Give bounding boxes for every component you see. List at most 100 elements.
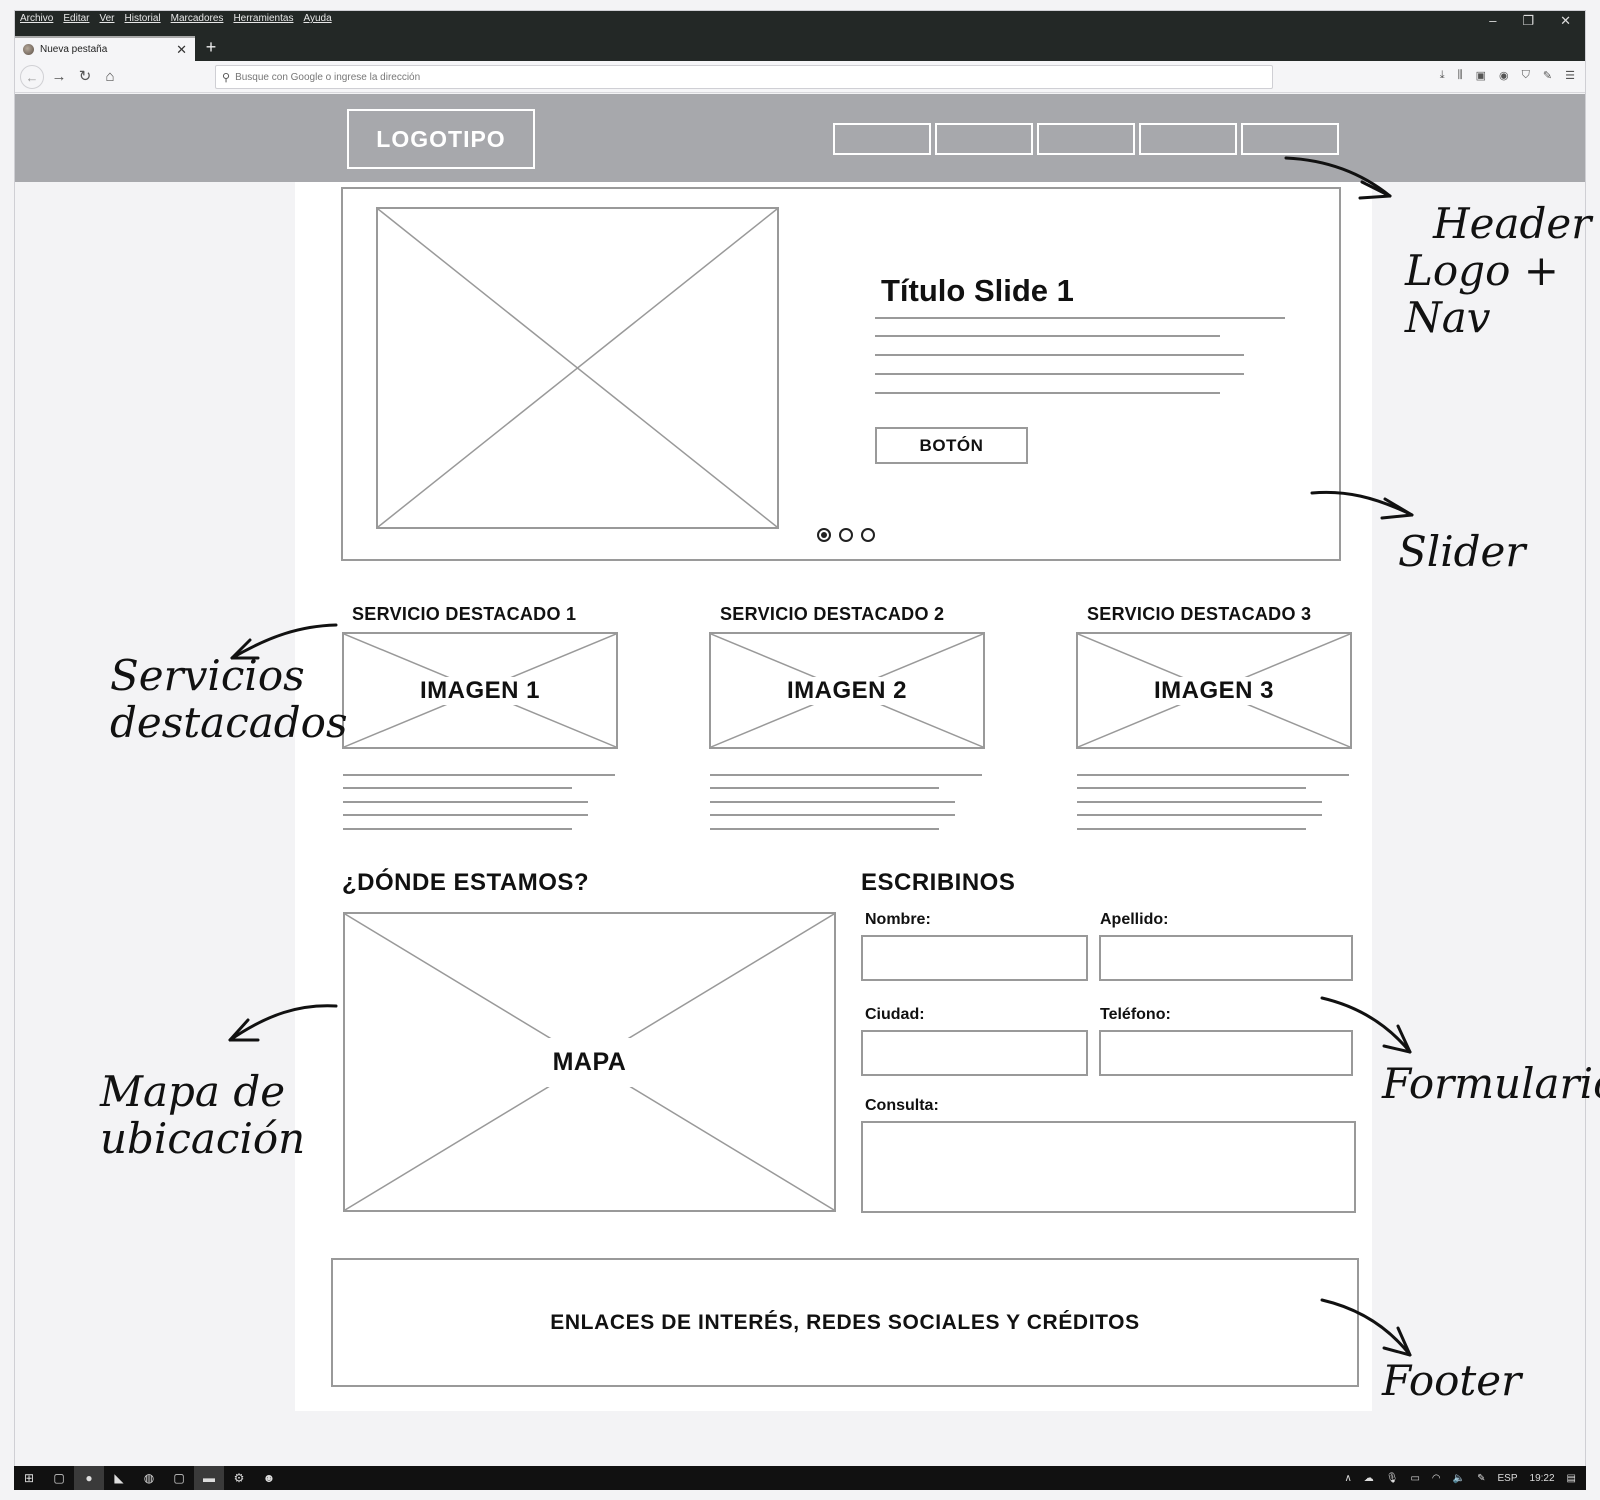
menu-editar[interactable]: Editar xyxy=(63,13,89,24)
title-bar: Archivo Editar Ver Historial Marcadores … xyxy=(15,11,1585,61)
navigation-toolbar: ← → ↻ ⌂ ⚲ Busque con Google o ingrese la… xyxy=(15,61,1585,93)
ciudad-field[interactable] xyxy=(861,1030,1088,1076)
annotation-map-line1: Mapa de xyxy=(100,1067,286,1116)
download-icon[interactable]: ⤓ xyxy=(1440,69,1445,82)
slider: Título Slide 1 BOTÓN xyxy=(341,187,1341,561)
toolbar-icons: ⤓ ⫼ ▣ ◉ ⛉ ✎ ☰ xyxy=(1440,69,1575,82)
service-image-label-3: IMAGEN 3 xyxy=(1139,676,1288,705)
annotation-form: Formulario xyxy=(1382,1059,1600,1108)
placeholder-x-icon xyxy=(378,209,777,527)
window-controls: – ❐ ✕ xyxy=(1489,13,1571,29)
telefono-field[interactable] xyxy=(1099,1030,1353,1076)
new-tab-icon[interactable]: + xyxy=(201,36,221,58)
firefox-icon[interactable]: ● xyxy=(74,1466,104,1490)
back-icon[interactable]: ← xyxy=(20,65,44,89)
text-line xyxy=(343,787,572,789)
battery-icon[interactable]: ▭ xyxy=(1410,1473,1419,1484)
service-title-3: SERVICIO DESTACADO 3 xyxy=(1087,604,1312,624)
search-icon: ⚲ xyxy=(222,71,231,84)
tab-nueva-pestana[interactable]: Nueva pestaña ✕ xyxy=(15,36,195,61)
ciudad-label: Ciudad: xyxy=(865,1006,925,1023)
menu-historial[interactable]: Historial xyxy=(125,13,161,24)
shield-icon[interactable]: ⛉ xyxy=(1522,69,1530,82)
telefono-label: Teléfono: xyxy=(1100,1006,1171,1023)
settings-icon[interactable]: ⚙ xyxy=(224,1466,254,1490)
service-image-label-2: IMAGEN 2 xyxy=(772,676,921,705)
text-line xyxy=(875,392,1220,394)
annotation-map-line2: ubicación xyxy=(100,1114,306,1164)
text-line xyxy=(1077,828,1306,830)
wireframe-footer: ENLACES DE INTERÉS, REDES SOCIALES Y CRÉ… xyxy=(331,1258,1359,1387)
nav-item-3 xyxy=(1037,123,1135,155)
text-line xyxy=(710,814,955,816)
nombre-field[interactable] xyxy=(861,935,1088,981)
close-window-icon[interactable]: ✕ xyxy=(1560,13,1571,29)
address-bar[interactable]: ⚲ Busque con Google o ingrese la direcci… xyxy=(215,65,1273,89)
text-line xyxy=(343,774,615,776)
illustrator-icon[interactable]: ▢ xyxy=(44,1466,74,1490)
chevron-up-icon[interactable]: ∧ xyxy=(1344,1473,1351,1484)
restore-icon[interactable]: ❐ xyxy=(1522,13,1534,29)
home-icon[interactable]: ⌂ xyxy=(98,65,122,89)
slide-button[interactable]: BOTÓN xyxy=(875,427,1028,464)
menu-archivo[interactable]: Archivo xyxy=(20,13,53,24)
windows-start-icon[interactable]: ⊞ xyxy=(14,1466,44,1490)
app-icon[interactable]: ◣ xyxy=(104,1466,134,1490)
forward-icon[interactable]: → xyxy=(47,65,71,89)
reload-icon[interactable]: ↻ xyxy=(73,65,97,89)
annotation-services: Servicios destacados xyxy=(110,652,348,746)
wifi-icon[interactable]: ◠ xyxy=(1432,1473,1441,1484)
chrome-icon[interactable]: ◍ xyxy=(134,1466,164,1490)
taskbar: ⊞ ▢ ● ◣ ◍ ▢ ▬ ⚙ ☻ ∧ ☁ 🎙 ▭ ◠ 🔈 ✎ ESP 19:2… xyxy=(14,1466,1586,1490)
nav-item-2 xyxy=(935,123,1033,155)
text-line xyxy=(710,774,982,776)
apellido-label: Apellido: xyxy=(1100,911,1169,928)
notifications-icon[interactable]: ▤ xyxy=(1567,1473,1576,1484)
close-tab-icon[interactable]: ✕ xyxy=(176,42,187,58)
consulta-textarea[interactable] xyxy=(861,1121,1356,1213)
slider-dot-3[interactable] xyxy=(861,528,875,542)
text-line xyxy=(710,787,939,789)
slider-dot-2[interactable] xyxy=(839,528,853,542)
text-line xyxy=(875,335,1220,337)
firefox-favicon-icon xyxy=(23,44,34,55)
language-indicator[interactable]: ESP xyxy=(1498,1473,1518,1484)
browser-window: Archivo Editar Ver Historial Marcadores … xyxy=(14,10,1586,1490)
library-icon[interactable]: ⫼ xyxy=(1458,69,1463,82)
sidebar-icon[interactable]: ▣ xyxy=(1476,69,1486,82)
wireframe-nav xyxy=(833,123,1339,155)
hamburger-menu-icon[interactable]: ☰ xyxy=(1565,69,1575,82)
eyedropper-icon[interactable]: ✎ xyxy=(1543,69,1552,82)
volume-icon[interactable]: 🔈 xyxy=(1453,1473,1465,1484)
menu-ver[interactable]: Ver xyxy=(99,13,114,24)
apellido-field[interactable] xyxy=(1099,935,1353,981)
cloud-icon[interactable]: ☁ xyxy=(1364,1473,1374,1484)
text-line xyxy=(710,828,939,830)
emoji-app-icon[interactable]: ☻ xyxy=(254,1466,284,1490)
menu-herramientas[interactable]: Herramientas xyxy=(233,13,293,24)
account-icon[interactable]: ◉ xyxy=(1499,69,1509,82)
menu-marcadores[interactable]: Marcadores xyxy=(171,13,224,24)
pen-icon[interactable]: ✎ xyxy=(1477,1473,1485,1484)
annotation-slider: Slider xyxy=(1398,527,1526,576)
annotation-services-line2: destacados xyxy=(110,698,348,748)
photoshop-icon[interactable]: ▢ xyxy=(164,1466,194,1490)
slide-image-placeholder xyxy=(376,207,779,529)
annotation-map: Mapa de ubicación xyxy=(100,1068,305,1162)
text-line xyxy=(1077,787,1306,789)
service-image-1: IMAGEN 1 xyxy=(342,632,618,749)
microphone-icon[interactable]: 🎙 xyxy=(1386,1473,1399,1484)
text-line xyxy=(343,828,572,830)
window-icon[interactable]: ▬ xyxy=(194,1466,224,1490)
slider-dot-1[interactable] xyxy=(817,528,831,542)
menu-ayuda[interactable]: Ayuda xyxy=(303,13,331,24)
title-underline xyxy=(875,317,1285,319)
minimize-icon[interactable]: – xyxy=(1489,13,1496,29)
annotation-header-line2: Logo + Nav xyxy=(1405,246,1559,343)
wireframe-page: Título Slide 1 BOTÓN SERVICIO DESTACADO … xyxy=(295,182,1372,1411)
text-line xyxy=(710,801,955,803)
service-title-2: SERVICIO DESTACADO 2 xyxy=(720,604,945,624)
clock[interactable]: 19:22 xyxy=(1530,1473,1555,1484)
text-line xyxy=(875,373,1244,375)
annotation-header: Header Logo + Nav xyxy=(1405,200,1600,341)
